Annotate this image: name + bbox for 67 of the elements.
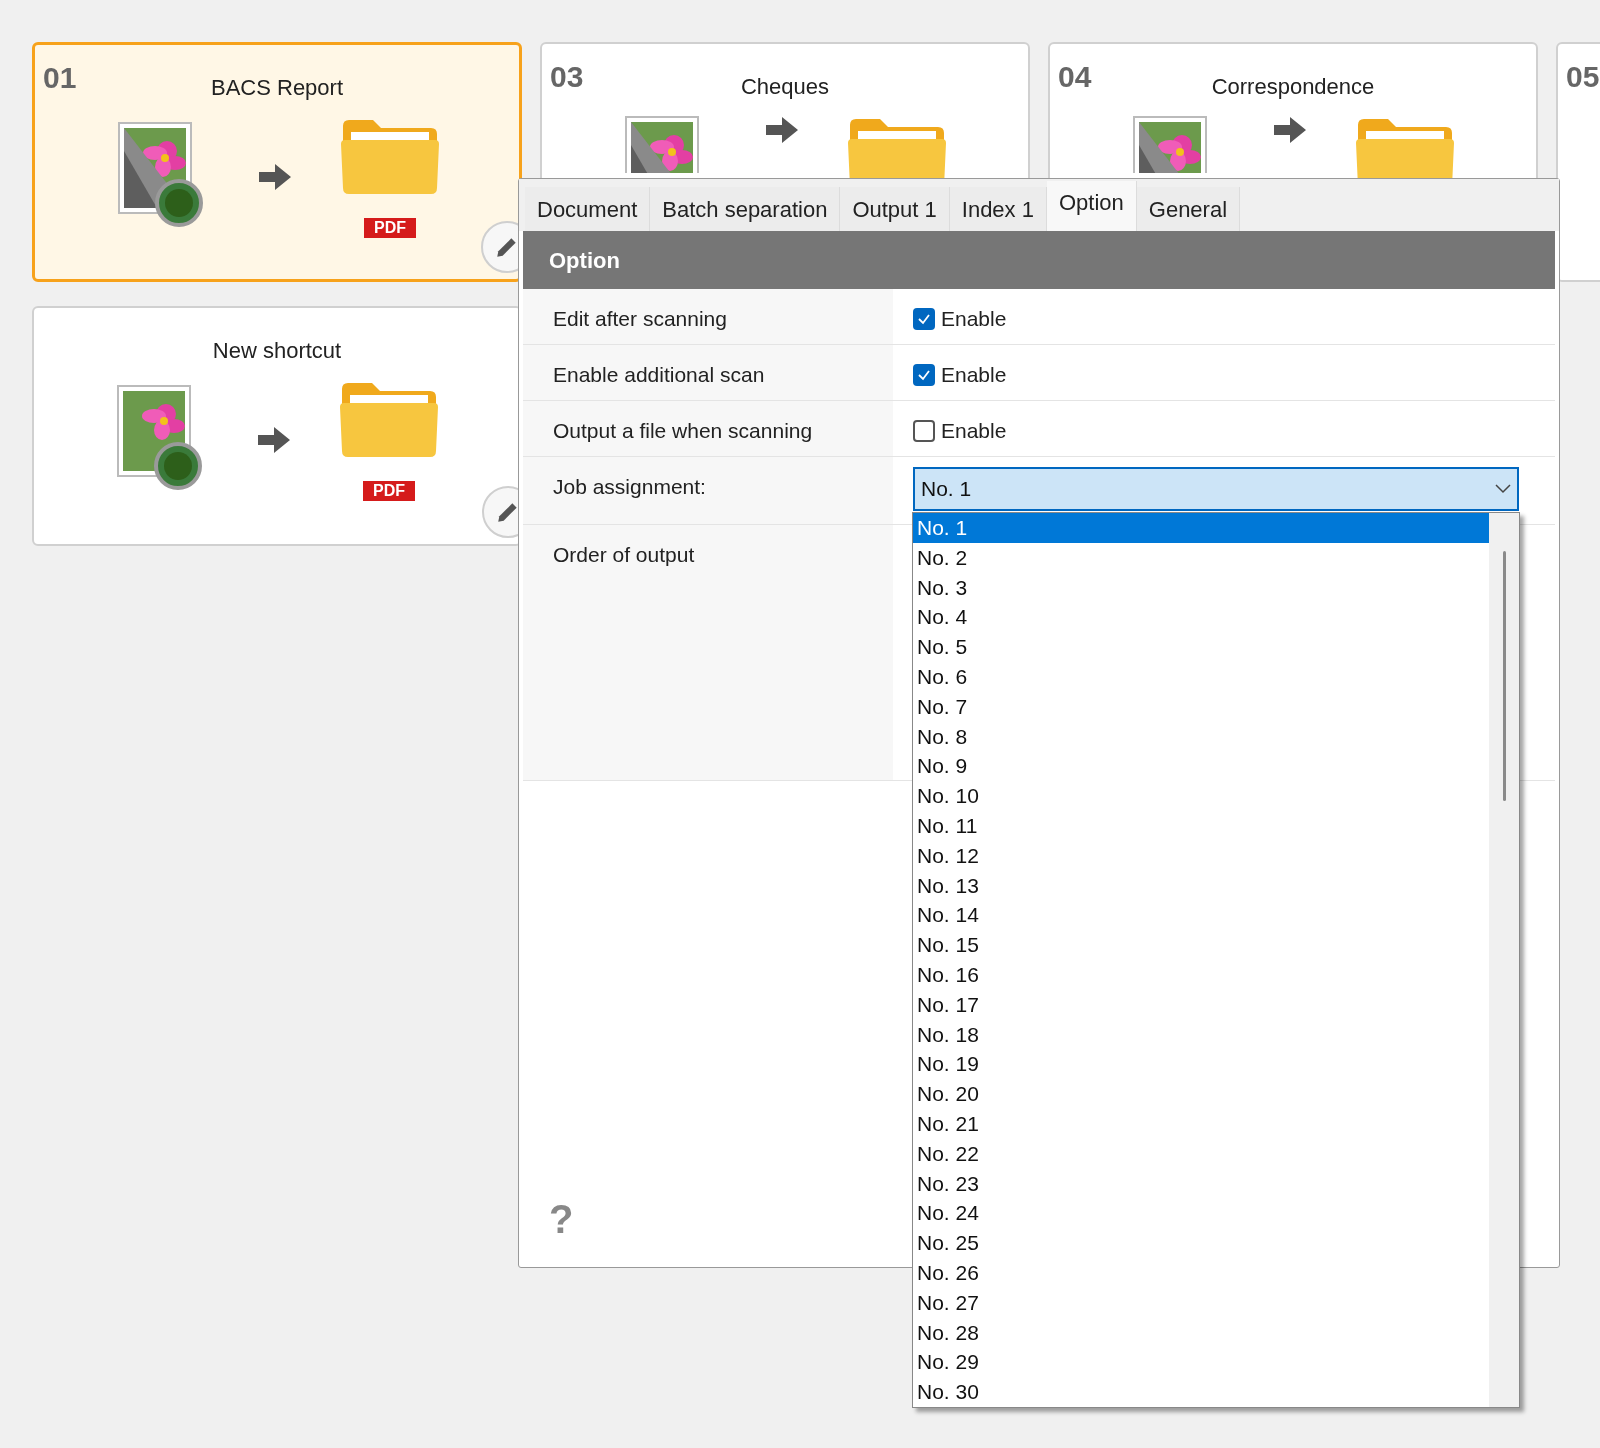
dropdown-option[interactable]: No. 22 <box>913 1138 1489 1169</box>
shortcut-number: 04 <box>1058 59 1092 95</box>
tab[interactable]: General <box>1136 187 1241 231</box>
checkbox-label: Enable <box>941 418 1007 444</box>
dropdown-option[interactable]: No. 6 <box>913 662 1489 692</box>
dropdown-option[interactable]: No. 19 <box>913 1049 1489 1080</box>
dropdown-option[interactable]: No. 9 <box>913 751 1489 782</box>
arrow-right-icon <box>259 162 291 192</box>
job-select[interactable]: No. 1 <box>913 467 1519 511</box>
shortcut-number: 05 <box>1566 59 1600 95</box>
dropdown-option[interactable]: No. 2 <box>913 542 1489 573</box>
dropdown-option[interactable]: No. 18 <box>913 1019 1489 1050</box>
dropdown-option[interactable]: No. 8 <box>913 721 1489 752</box>
checkbox[interactable] <box>913 419 935 442</box>
chevron-down-icon <box>1495 484 1511 494</box>
tab[interactable]: Output 1 <box>840 187 950 231</box>
dropdown-option[interactable]: No. 30 <box>913 1377 1489 1407</box>
tab[interactable]: Index 1 <box>949 187 1047 231</box>
dropdown-option[interactable]: No. 17 <box>913 989 1489 1020</box>
dropdown-option[interactable]: No. 16 <box>913 959 1489 990</box>
checkbox[interactable] <box>913 363 935 386</box>
scrollbar[interactable] <box>1489 513 1519 1407</box>
checkbox[interactable] <box>913 307 935 330</box>
tab[interactable]: Document <box>525 187 651 231</box>
tab[interactable]: Option <box>1046 181 1137 231</box>
shortcut-title: Correspondence <box>1211 73 1375 101</box>
dropdown-option[interactable]: No. 27 <box>913 1287 1489 1318</box>
dropdown-option[interactable]: No. 25 <box>913 1228 1489 1258</box>
checkbox-label: Enable <box>941 306 1007 332</box>
dropdown-option[interactable]: No. 12 <box>913 840 1489 871</box>
dropdown-option[interactable]: No. 15 <box>913 930 1489 960</box>
shortcut-number: 01 <box>43 60 77 96</box>
setting-label: Enable additional scan <box>553 363 765 386</box>
dropdown-option[interactable]: No. 24 <box>913 1198 1489 1229</box>
tab[interactable]: Batch separation <box>650 187 841 231</box>
setting-label: Order of output <box>553 543 695 566</box>
arrow-right-icon <box>766 115 798 145</box>
dropdown-option[interactable]: No. 11 <box>913 810 1489 841</box>
shortcut-title: New shortcut <box>212 337 342 365</box>
dropdown-option[interactable]: No. 10 <box>913 781 1489 811</box>
dropdown-option[interactable]: No. 28 <box>913 1317 1489 1348</box>
dropdown-option[interactable]: No. 5 <box>913 632 1489 662</box>
shortcut-number: 03 <box>550 59 584 95</box>
dropdown-option[interactable]: No. 13 <box>913 870 1489 901</box>
dropdown-option[interactable]: No. 23 <box>913 1168 1489 1199</box>
section-title: Option <box>549 246 620 275</box>
dropdown-option[interactable]: No. 26 <box>913 1257 1489 1288</box>
dropdown-option[interactable]: No. 7 <box>913 691 1489 722</box>
dropdown-option[interactable]: No. 20 <box>913 1079 1489 1109</box>
setting-label: Job assignment: <box>553 475 706 498</box>
shortcut-title: Cheques <box>740 73 830 101</box>
arrow-right-icon <box>1274 115 1306 145</box>
shortcut-card[interactable]: 05 <box>1556 42 1600 282</box>
dropdown-option[interactable]: No. 29 <box>913 1347 1489 1378</box>
setting-label: Output a file when scanning <box>553 419 813 442</box>
dropdown-option[interactable]: No. 4 <box>913 602 1489 633</box>
checkbox-label: Enable <box>941 362 1007 388</box>
shortcut-card[interactable]: 01 BACS Report PDF <box>32 42 522 282</box>
setting-label: Edit after scanning <box>553 307 727 330</box>
arrow-right-icon <box>258 425 290 455</box>
pdf-badge: PDF <box>363 481 415 501</box>
shortcut-title: BACS Report <box>210 74 344 102</box>
pdf-badge: PDF <box>364 218 416 238</box>
dropdown-option[interactable]: No. 14 <box>913 900 1489 931</box>
dropdown-option[interactable]: No. 1 <box>913 513 1489 543</box>
dropdown-option[interactable]: No. 3 <box>913 572 1489 603</box>
dropdown-option[interactable]: No. 21 <box>913 1108 1489 1139</box>
